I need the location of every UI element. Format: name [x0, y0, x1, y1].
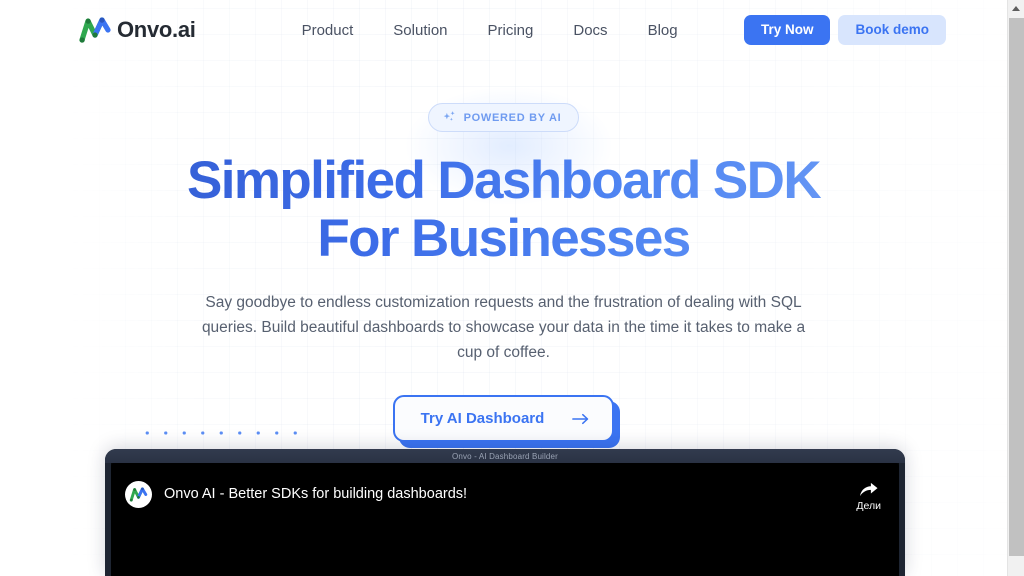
video-player[interactable]: Onvo - AI Dashboard Builder Onvo AI - Be…: [105, 449, 905, 576]
powered-by-ai-label: POWERED BY AI: [463, 111, 562, 124]
hero-title-line-1: Simplified Dashboard SDK: [186, 151, 821, 210]
cta-wrapper: Try AI Dashboard: [392, 395, 621, 448]
brand-name: Onvo.ai: [117, 17, 196, 42]
hero-section: POWERED BY AI Simplified Dashboard SDK F…: [0, 60, 1007, 448]
scrollbar-thumb[interactable]: [1009, 18, 1024, 556]
header-actions: Try Now Book demo: [743, 15, 946, 45]
nav-item-blog[interactable]: Blog: [628, 16, 698, 45]
onvo-zigzag-logo-icon: [129, 486, 148, 502]
arrow-right-icon: [572, 413, 589, 424]
try-ai-dashboard-button[interactable]: Try AI Dashboard: [392, 395, 615, 442]
page-viewport: Onvo.ai Product Solution Pricing Docs Bl…: [0, 0, 1007, 576]
video-stage[interactable]: Onvo AI - Better SDKs for building dashb…: [111, 463, 899, 576]
nav-item-product[interactable]: Product: [282, 16, 374, 45]
sparkles-icon: [443, 111, 455, 121]
book-demo-button[interactable]: Book demo: [838, 15, 946, 45]
main-nav: Product Solution Pricing Docs Blog: [282, 16, 698, 45]
try-ai-dashboard-label: Try AI Dashboard: [420, 410, 545, 427]
video-topbar: Onvo AI - Better SDKs for building dashb…: [111, 463, 899, 525]
nav-item-pricing[interactable]: Pricing: [468, 16, 554, 45]
share-button[interactable]: Дели: [856, 476, 881, 512]
hero-subtitle: Say goodbye to endless customization req…: [201, 294, 806, 361]
try-now-button[interactable]: Try Now: [743, 15, 831, 45]
nav-item-docs[interactable]: Docs: [553, 16, 627, 45]
nav-item-solution[interactable]: Solution: [373, 16, 467, 45]
powered-by-ai-badge[interactable]: POWERED BY AI: [427, 103, 580, 132]
video-window-title: Onvo - AI Dashboard Builder: [452, 451, 558, 461]
video-title[interactable]: Onvo AI - Better SDKs for building dashb…: [164, 486, 467, 502]
channel-avatar[interactable]: [125, 480, 152, 508]
video-window-titlebar: Onvo - AI Dashboard Builder: [105, 449, 905, 463]
share-arrow-icon: [860, 482, 878, 497]
caret-up-icon: [1012, 6, 1020, 11]
hero-title-line-2: For Businesses: [317, 209, 690, 268]
scroll-up-button[interactable]: [1008, 0, 1024, 17]
brand-logo[interactable]: Onvo.ai: [78, 15, 196, 45]
onvo-zigzag-logo-icon: [79, 17, 111, 43]
share-label: Дели: [856, 500, 881, 512]
site-header: Onvo.ai Product Solution Pricing Docs Bl…: [0, 0, 1007, 60]
page-scrollbar[interactable]: [1007, 0, 1024, 576]
page-title: Simplified Dashboard SDK For Businesses: [0, 152, 1007, 268]
